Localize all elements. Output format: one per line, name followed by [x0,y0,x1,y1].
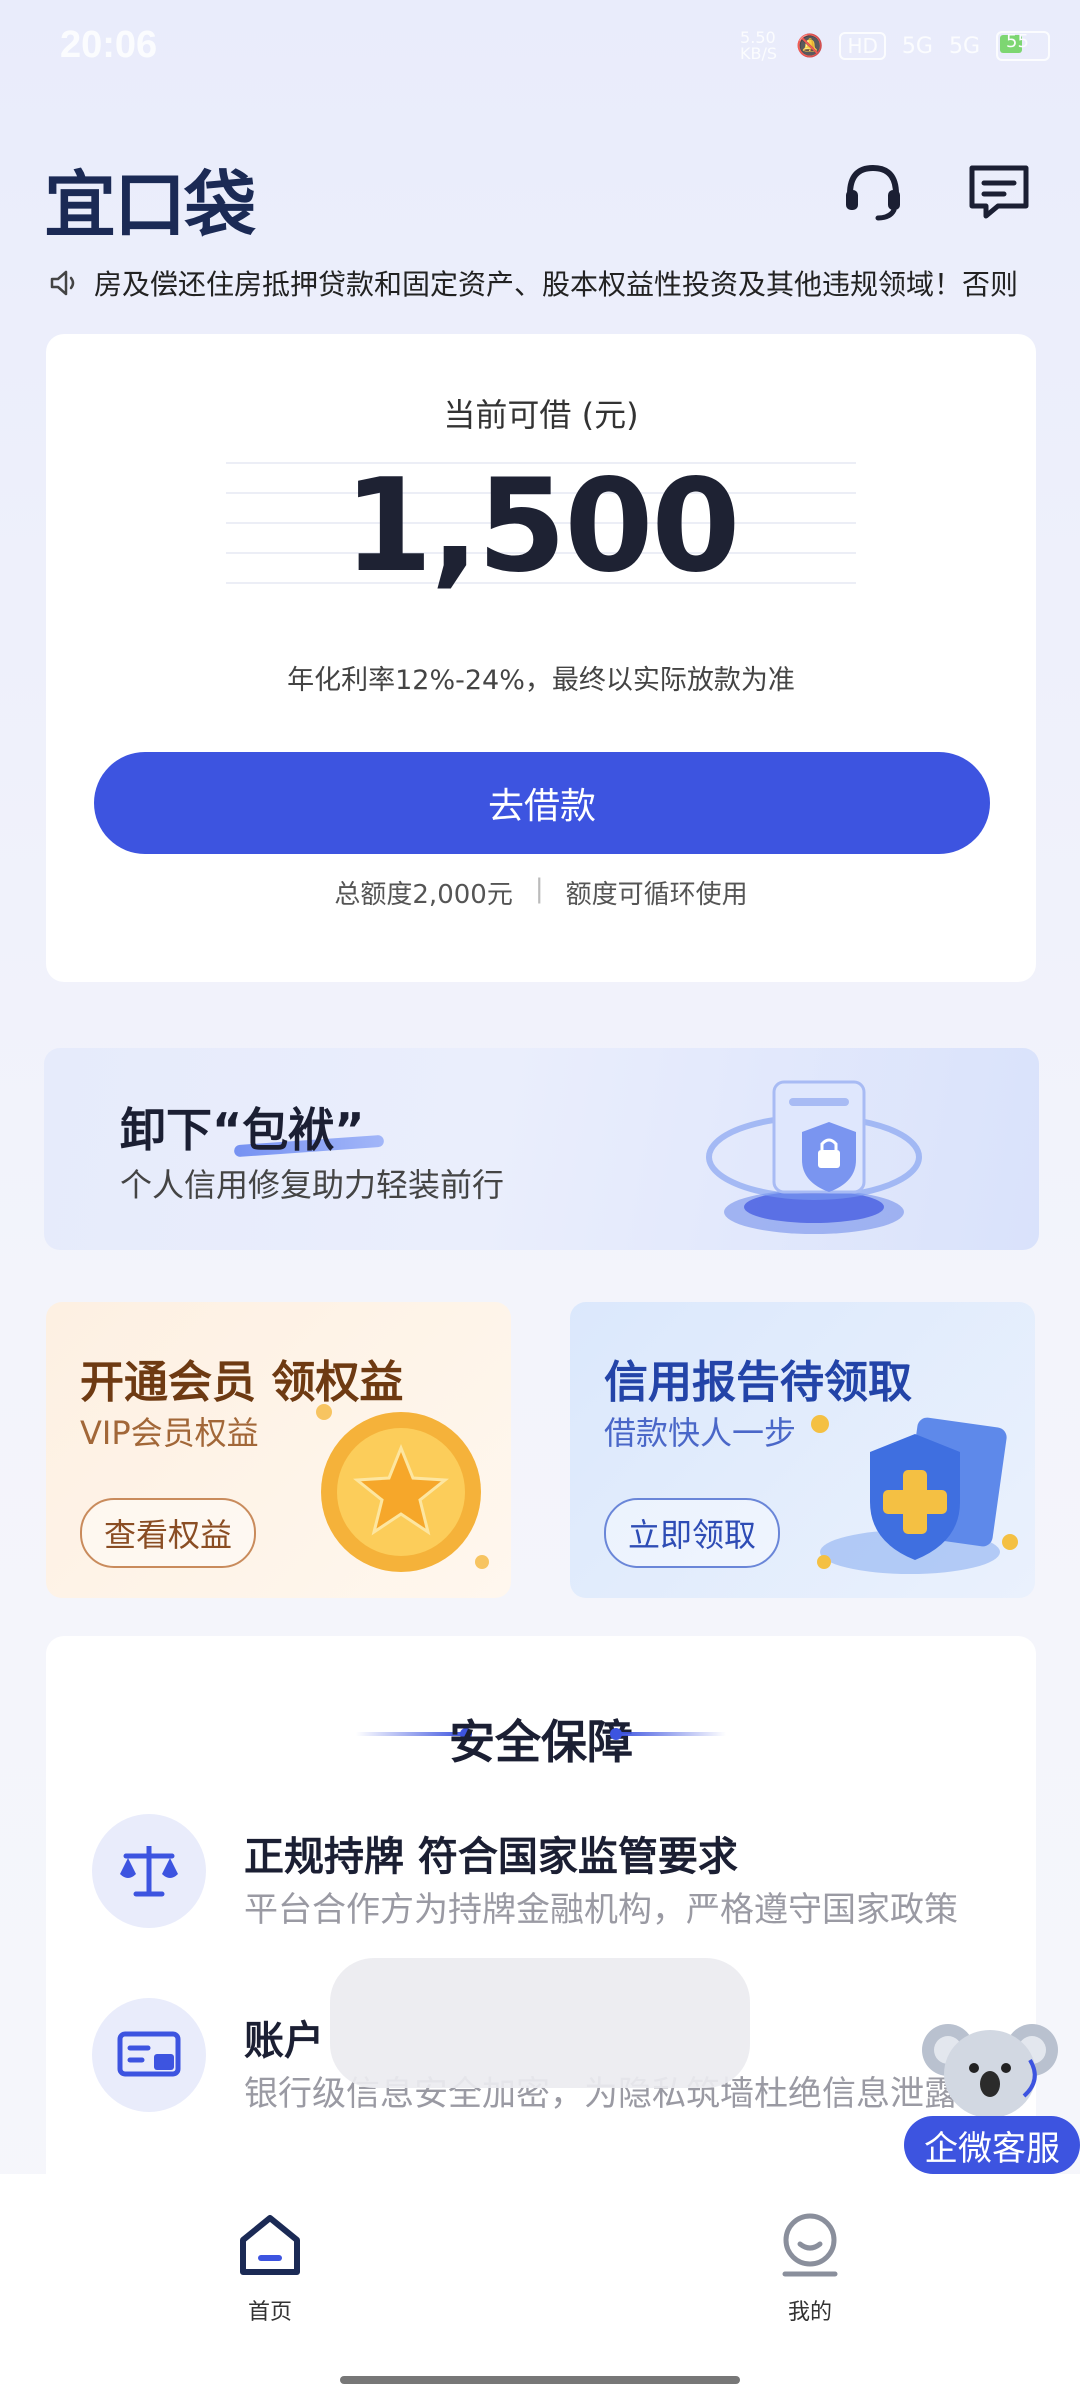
status-icons: 5.50 KB/S 🔕 HD 5G 5G 55 [740,30,1050,62]
home-indicator[interactable] [340,2376,740,2384]
borrow-button[interactable]: 去借款 [94,752,990,854]
notice-text: 房及偿还住房抵押贷款和固定资产、股本权益性投资及其他违规领域！否则 [94,268,1019,301]
recycle-note: 额度可循环使用 [565,880,748,910]
scale-icon [92,1814,206,1928]
profile-icon [782,2213,838,2277]
credit-repair-banner[interactable]: 卸下“包袱” 个人信用修复助力轻装前行 [44,1048,1039,1250]
claim-now-button[interactable]: 立即领取 [604,1498,781,1568]
signal-2: 5G [948,33,980,59]
toast-overlay [330,1958,750,2088]
credit-title: 信用报告待领取 [604,1357,912,1408]
bottom-nav: 首页 我的 [0,2174,1080,2400]
security-title: 安全保障 [449,1715,633,1769]
status-time: 20:06 [60,24,158,66]
security-item-title: 正规持牌 符合国家监管要求 [244,1834,738,1880]
interest-rate-note: 年化利率12%-24%，最终以实际放款为准 [287,665,795,696]
available-amount: 1,500 [343,452,741,601]
signal-1: 5G [901,33,933,59]
battery-icon: 55 [996,31,1050,61]
message-button[interactable] [964,156,1034,226]
security-lock-icon [706,1080,922,1234]
nav-profile-label: 我的 [787,2300,832,2325]
id-card-icon [92,1998,206,2112]
notice-bar[interactable]: 房及偿还住房抵押贷款和固定资产、股本权益性投资及其他违规领域！否则 [48,258,1038,308]
vip-subtitle: VIP会员权益 [80,1414,259,1452]
credit-report-card[interactable]: 信用报告待领取 借款快人一步 立即领取 [570,1302,1035,1598]
headset-icon [846,164,900,221]
quota-label: 当前可借 (元) [443,396,639,434]
shield-plus-icon [811,1415,1018,1574]
star-coin-icon [316,1404,489,1572]
banner-subtitle: 个人信用修复助力轻装前行 [120,1166,505,1204]
status-bar: 20:06 5.50 KB/S 🔕 HD 5G 5G 55 [0,0,1080,100]
limit-separator: | [534,874,544,904]
title-deco-right [616,1732,726,1736]
total-limit: 总额度2,000元 [334,880,513,910]
nav-home-label: 首页 [247,2300,292,2325]
vip-card[interactable]: 开通会员 领权益 VIP会员权益 查看权益 [46,1302,511,1598]
wecom-service-button[interactable]: 企微客服 [904,2116,1080,2174]
view-benefits-button[interactable]: 查看权益 [80,1498,257,1568]
banner-title: 卸下“包袱” [120,1103,365,1157]
app-logo: 宜口袋 [44,166,256,246]
nav-home[interactable]: 首页 [170,2210,370,2326]
security-item-title: 账户 [244,2018,324,2064]
quota-card: 当前可借 (元) 1,500 年化利率12%-24%，最终以实际放款为准 去借款… [46,334,1036,982]
security-item-subtitle: 平台合作方为持牌金融机构，严格遵守国家政策 [244,1890,958,1930]
net-speed: 5.50 KB/S [740,28,778,63]
credit-subtitle: 借款快人一步 [604,1414,797,1452]
message-icon [969,165,1029,219]
hd-badge: HD [839,32,886,60]
mute-icon: 🔕 [796,33,824,59]
nav-profile[interactable]: 我的 [710,2210,910,2326]
customer-support-button[interactable] [838,156,908,226]
speaker-icon [50,270,75,296]
home-icon [240,2215,300,2275]
limit-info: 总额度2,000元 | 额度可循环使用 [46,874,1036,911]
